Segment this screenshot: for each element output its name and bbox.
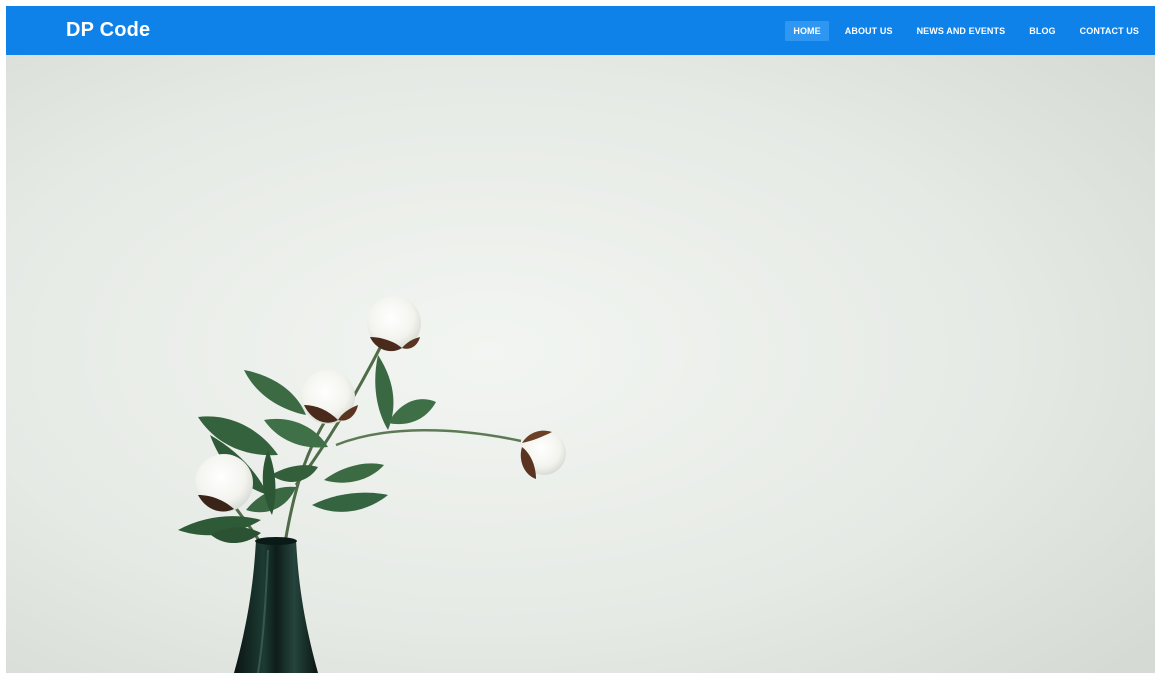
nav-item-contact-us[interactable]: CONTACT US (1072, 21, 1147, 41)
page-frame: DP Code HOME ABOUT US NEWS AND EVENTS BL… (6, 6, 1155, 673)
nav-item-home[interactable]: HOME (785, 20, 829, 41)
nav-item-about-us[interactable]: ABOUT US (837, 21, 901, 41)
hero-image (6, 55, 1155, 673)
top-navbar: DP Code HOME ABOUT US NEWS AND EVENTS BL… (6, 6, 1155, 55)
nav-item-blog[interactable]: BLOG (1021, 21, 1063, 41)
nav-item-news-and-events[interactable]: NEWS AND EVENTS (909, 21, 1014, 41)
brand-logo[interactable]: DP Code (66, 19, 150, 42)
hero-banner (6, 55, 1155, 673)
wall-background (6, 55, 1155, 673)
nav-menu: HOME ABOUT US NEWS AND EVENTS BLOG CONTA… (781, 6, 1151, 55)
